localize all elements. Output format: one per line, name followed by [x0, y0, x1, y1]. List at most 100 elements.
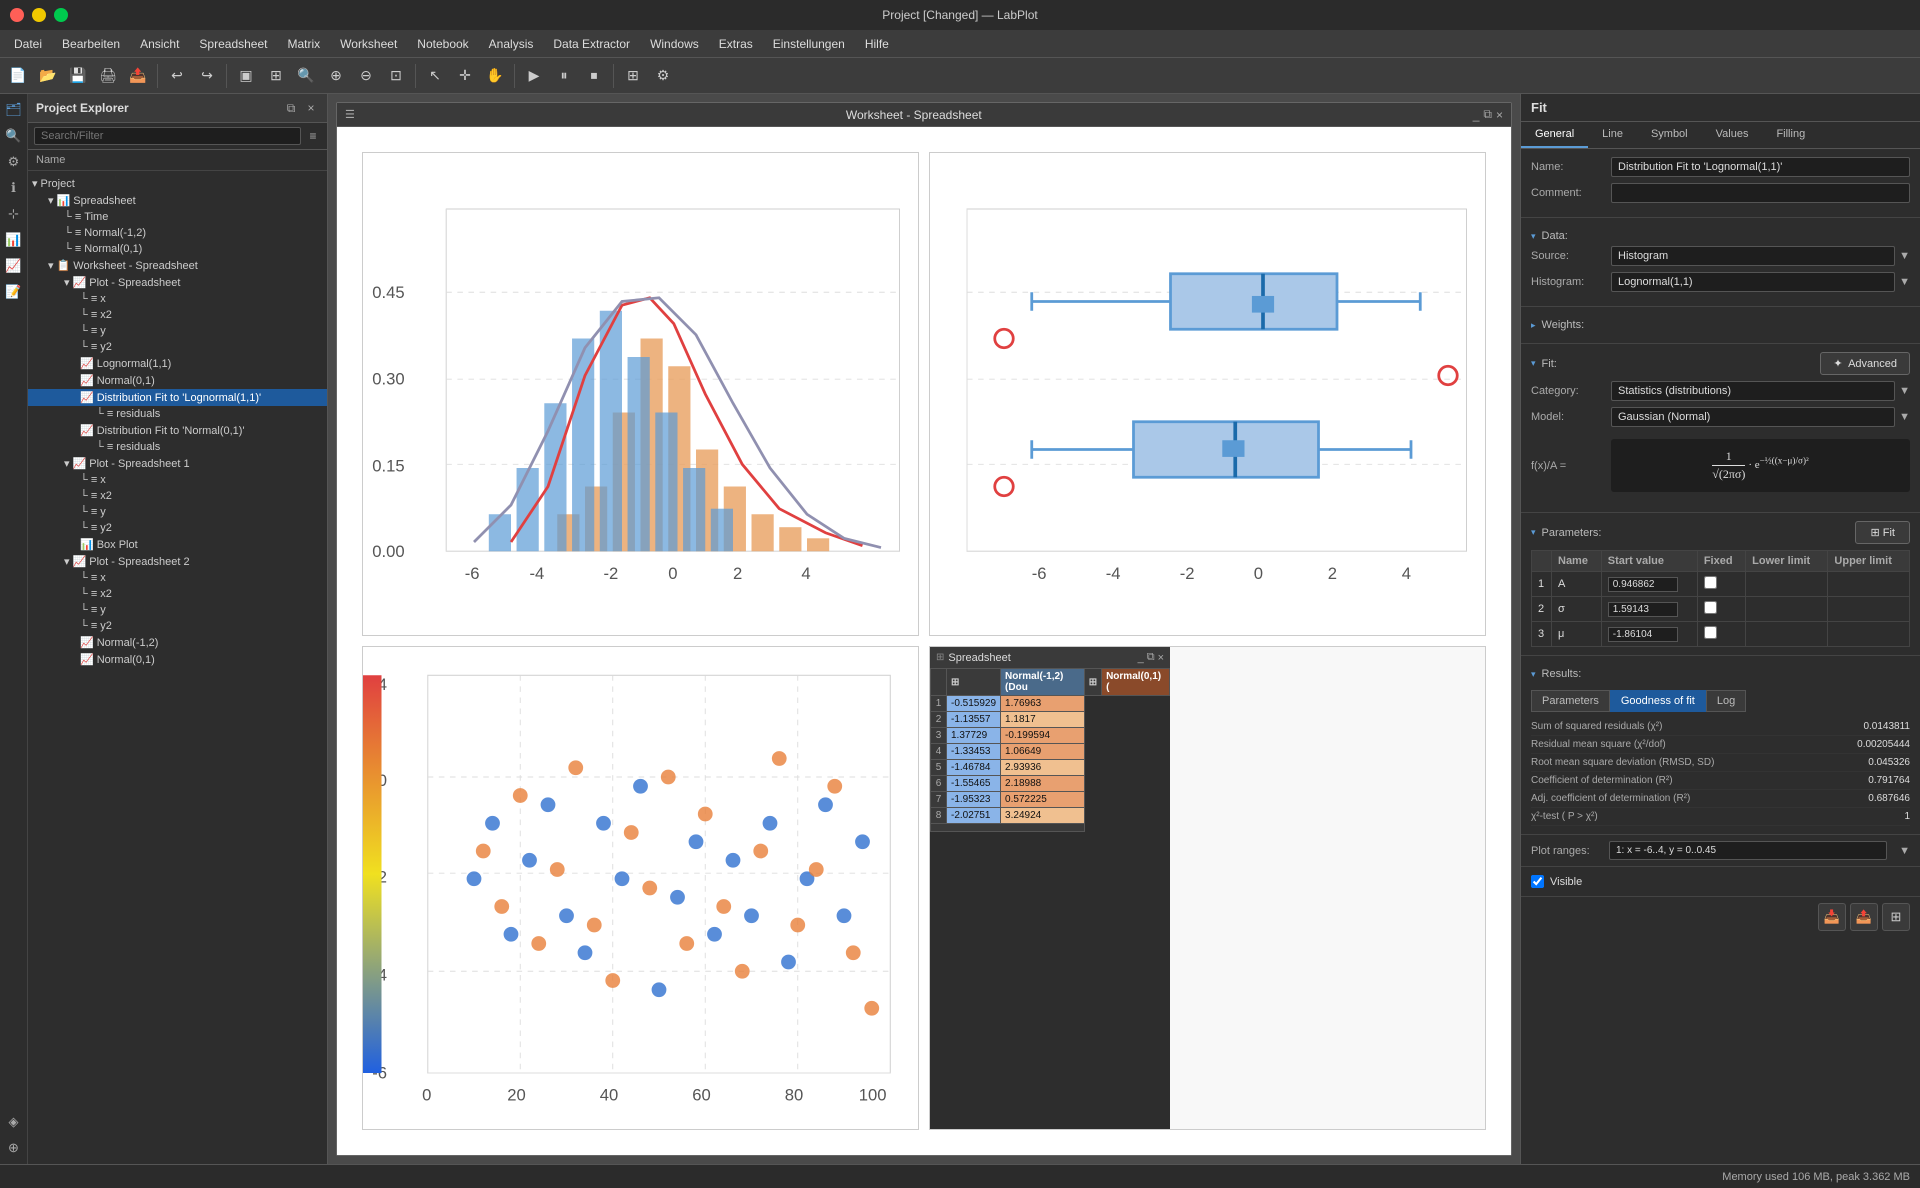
tb-navigate[interactable]: ⊞: [262, 62, 290, 90]
param-fixed-cb-0[interactable]: [1704, 576, 1717, 589]
tree-item-26[interactable]: └ ≡y: [28, 602, 327, 618]
tree-item-8[interactable]: └ ≡x2: [28, 307, 327, 323]
sidebar-search-icon[interactable]: 🔍: [2, 124, 26, 148]
tab-general[interactable]: General: [1521, 122, 1588, 148]
menu-ansicht[interactable]: Ansicht: [130, 33, 189, 55]
tb-print[interactable]: 🖨: [94, 62, 122, 90]
params-toggle[interactable]: ▾ Parameters:: [1531, 523, 1601, 543]
tree-item-6[interactable]: ▾ 📈Plot - Spreadsheet: [28, 274, 327, 291]
sp-row-col1-3[interactable]: -1.33453: [947, 744, 1001, 760]
tree-item-29[interactable]: 📈Normal(0,1): [28, 651, 327, 668]
tab-values[interactable]: Values: [1702, 122, 1763, 148]
tb-stop[interactable]: ⏹: [580, 62, 608, 90]
worksheet-close-btn[interactable]: ×: [1496, 107, 1503, 122]
sidebar-script-icon[interactable]: 📝: [2, 280, 26, 304]
sp-row-col2-6[interactable]: 0.572225: [1001, 792, 1085, 808]
fit-name-input[interactable]: [1611, 157, 1910, 177]
tree-item-25[interactable]: └ ≡x2: [28, 586, 327, 602]
param-fixed-cb-1[interactable]: [1704, 601, 1717, 614]
tree-item-19[interactable]: └ ≡x2: [28, 488, 327, 504]
tree-item-17[interactable]: ▾ 📈Plot - Spreadsheet 1: [28, 455, 327, 472]
close-button[interactable]: [10, 8, 24, 22]
tree-item-5[interactable]: ▾ 📋Worksheet - Spreadsheet: [28, 257, 327, 274]
sidebar-explorer-icon[interactable]: 🗂: [2, 98, 26, 122]
param-start-input-0[interactable]: [1608, 577, 1678, 592]
sp-row-col1-0[interactable]: -0.515929: [947, 696, 1001, 712]
menu-data-extractor[interactable]: Data Extractor: [543, 33, 640, 55]
scatter-chart[interactable]: -6 -4 -2 0 4 0 20 40 60 80 100: [362, 646, 919, 1130]
menu-einstellungen[interactable]: Einstellungen: [763, 33, 855, 55]
fit-action-button[interactable]: ⊞ Fit: [1855, 521, 1910, 544]
tab-symbol[interactable]: Symbol: [1637, 122, 1702, 148]
param-start-input-1[interactable]: [1608, 602, 1678, 617]
menu-hilfe[interactable]: Hilfe: [855, 33, 899, 55]
tree-item-24[interactable]: └ ≡x: [28, 570, 327, 586]
tree-item-14[interactable]: └ ≡residuals: [28, 406, 327, 422]
tree-item-16[interactable]: └ ≡residuals: [28, 439, 327, 455]
search-input[interactable]: [34, 127, 301, 145]
tree-item-12[interactable]: 📈Normal(0,1): [28, 372, 327, 389]
results-tab-parameters[interactable]: Parameters: [1531, 690, 1610, 712]
results-toggle[interactable]: ▾ Results:: [1531, 664, 1910, 684]
menu-extras[interactable]: Extras: [709, 33, 763, 55]
tb-zoom-sel[interactable]: 🔍: [292, 62, 320, 90]
worksheet-float-btn[interactable]: ⧉: [1483, 107, 1492, 122]
tb-export[interactable]: 📤: [124, 62, 152, 90]
sp-row-col2-7[interactable]: 3.24924: [1001, 808, 1085, 824]
save-template-btn[interactable]: 📥: [1818, 903, 1846, 931]
tb-open[interactable]: 📂: [34, 62, 62, 90]
load-template-btn[interactable]: 📤: [1850, 903, 1878, 931]
sidebar-properties-icon[interactable]: ⚙: [2, 150, 26, 174]
boxplot-chart[interactable]: -6 -4 -2 0 2 4: [929, 152, 1486, 636]
tb-play[interactable]: ▶: [520, 62, 548, 90]
tb-zoom-in[interactable]: ⊕: [322, 62, 350, 90]
results-tab-goodness[interactable]: Goodness of fit: [1610, 690, 1706, 712]
tree-item-22[interactable]: 📊Box Plot: [28, 536, 327, 553]
advanced-button[interactable]: ✦ Advanced: [1820, 352, 1910, 375]
param-start-input-2[interactable]: [1608, 627, 1678, 642]
weights-toggle[interactable]: ▸ Weights:: [1531, 315, 1910, 335]
sp-row-col2-5[interactable]: 2.18988: [1001, 776, 1085, 792]
tree-item-1[interactable]: ▾ 📊Spreadsheet: [28, 192, 327, 209]
sidebar-cursor-icon[interactable]: ⊹: [2, 202, 26, 226]
tree-item-21[interactable]: └ ≡y2: [28, 520, 327, 536]
sp-row-col1-7[interactable]: -2.02751: [947, 808, 1001, 824]
plot-ranges-select[interactable]: 1: x = -6..4, y = 0..0.45: [1609, 841, 1887, 860]
sp-row-col1-5[interactable]: -1.55465: [947, 776, 1001, 792]
tb-settings[interactable]: ⚙: [649, 62, 677, 90]
fit-source-select[interactable]: Histogram: [1611, 246, 1895, 266]
sp-row-col2-0[interactable]: 1.76963: [1001, 696, 1085, 712]
fit-histogram-select[interactable]: Lognormal(1,1): [1611, 272, 1895, 292]
fit-comment-input[interactable]: [1611, 183, 1910, 203]
sp-row-col1-1[interactable]: -1.13557: [947, 712, 1001, 728]
menu-notebook[interactable]: Notebook: [407, 33, 478, 55]
worksheet-minimize-btn[interactable]: _: [1473, 107, 1480, 122]
tb-pointer[interactable]: ↖: [421, 62, 449, 90]
tree-item-15[interactable]: 📈Distribution Fit to 'Normal(0,1)': [28, 422, 327, 439]
tb-pan[interactable]: ✋: [481, 62, 509, 90]
tree-item-23[interactable]: ▾ 📈Plot - Spreadsheet 2: [28, 553, 327, 570]
tree-item-11[interactable]: 📈Lognormal(1,1): [28, 355, 327, 372]
sidebar-data-icon[interactable]: 📊: [2, 228, 26, 252]
maximize-button[interactable]: [54, 8, 68, 22]
tb-layout[interactable]: ⊞: [619, 62, 647, 90]
tb-pause[interactable]: ⏸: [550, 62, 578, 90]
fit-section-toggle[interactable]: ▾ Fit:: [1531, 354, 1557, 374]
panel-close-btn[interactable]: ×: [303, 100, 319, 116]
tree-item-10[interactable]: └ ≡y2: [28, 339, 327, 355]
sidebar-bottom2-icon[interactable]: ⊕: [2, 1136, 26, 1160]
chart4-container[interactable]: ⊞ Spreadsheet _ ⧉ ×: [929, 646, 1486, 1130]
tb-zoom-out[interactable]: ⊖: [352, 62, 380, 90]
filter-btn[interactable]: ≡: [305, 128, 321, 144]
tab-filling[interactable]: Filling: [1762, 122, 1819, 148]
tree-item-0[interactable]: ▾ Project: [28, 175, 327, 192]
worksheet-content[interactable]: -6 -4 -2 0 2 4 0.00 0.15 0.30 0.45: [337, 127, 1511, 1155]
sp-row-col2-4[interactable]: 2.93936: [1001, 760, 1085, 776]
sp-row-col2-3[interactable]: 1.06649: [1001, 744, 1085, 760]
sidebar-info-icon[interactable]: ℹ: [2, 176, 26, 200]
sp-row-col2-2[interactable]: -0.199594: [1001, 728, 1085, 744]
minimize-button[interactable]: [32, 8, 46, 22]
sp-float-btn[interactable]: ⧉: [1147, 651, 1155, 664]
fit-category-select[interactable]: Statistics (distributions): [1611, 381, 1895, 401]
tree-item-2[interactable]: └ ≡Time: [28, 209, 327, 225]
